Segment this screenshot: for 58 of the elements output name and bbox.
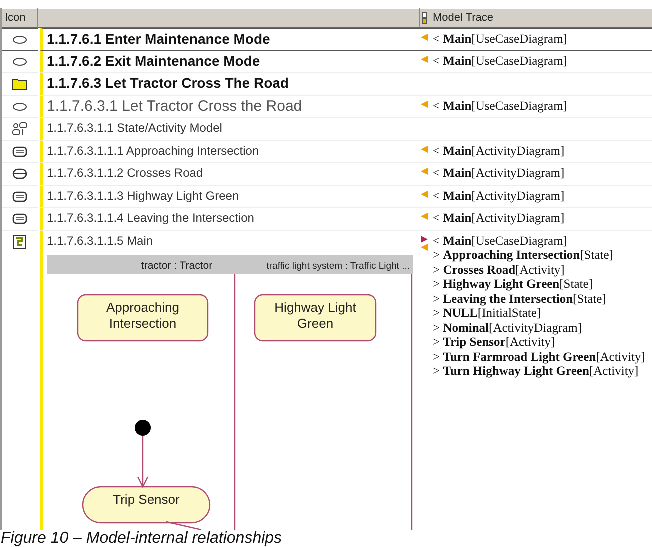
row-label: 1.1.7.6.3 Let Tractor Cross The Road — [47, 74, 289, 93]
trace-entry: > Approaching Intersection[State] — [433, 248, 614, 262]
column-handle-icon[interactable] — [420, 11, 430, 25]
state-icon — [12, 144, 28, 158]
state-node: Approaching Intersection — [77, 294, 209, 342]
tree-row[interactable]: 1.1.7.6.3.1.1.3 Highway Light Green — [40, 186, 420, 208]
initial-node — [135, 420, 151, 436]
folder-icon — [12, 77, 28, 91]
trace-entry: < Main[ActivityDiagram] — [433, 188, 565, 203]
state-node: Highway Light Green — [254, 294, 377, 342]
row-label: 1.1.7.6.3.1 Let Tractor Cross the Road — [47, 96, 302, 116]
activity-node: Trip Sensor — [82, 486, 211, 524]
row-label: 1.1.7.6.3.1.1.2 Crosses Road — [47, 165, 204, 182]
trace-entry: > Crosses Road[Activity] — [433, 262, 565, 277]
tree-row[interactable]: 1.1.7.6.3.1.1.4 Leaving the Intersection — [40, 208, 420, 230]
trace-entry: < Main[ActivityDiagram] — [433, 166, 565, 180]
trace-entry: < Main[ActivityDiagram] — [433, 144, 565, 158]
trace-entry: < Main[UseCaseDiagram] — [433, 54, 568, 68]
trace-entry: > Turn Highway Light Green[Activity] — [433, 364, 639, 378]
trace-entry: < Main[UseCaseDiagram] — [433, 98, 568, 113]
column-header[interactable]: Icon — [2, 8, 38, 28]
tree-row[interactable]: 1.1.7.6.1 Enter Maintenance Mode — [40, 28, 420, 50]
trace-entry: > Leaving the Intersection[State] — [433, 292, 606, 306]
trace-entry: < Main[ActivityDiagram] — [433, 211, 565, 226]
swimlane-header: traffic light system : Traffic Light ... — [235, 254, 413, 274]
tree-row[interactable]: 1.1.7.6.2 Exit Maintenance Mode — [40, 50, 420, 73]
state-icon — [12, 212, 28, 226]
trace-entry: > NULL[InitialState] — [433, 306, 542, 320]
row-label: 1.1.7.6.3.1.1.4 Leaving the Intersection — [47, 210, 254, 227]
model-icon — [12, 122, 28, 136]
trace-entry: > Turn Farmroad Light Green[Activity] — [433, 350, 646, 364]
transition-line — [166, 520, 202, 530]
column-header[interactable]: Model Trace — [430, 8, 652, 28]
trace-entry: > Nominal[ActivityDiagram] — [433, 320, 582, 335]
row-label: 1.1.7.6.1 Enter Maintenance Mode — [47, 30, 270, 49]
tree-row[interactable]: 1.1.7.6.3.1 Let Tractor Cross the Road — [40, 96, 420, 118]
tree-row[interactable]: 1.1.7.6.3.1.1.2 Crosses Road — [40, 163, 420, 186]
state-icon — [12, 190, 28, 204]
trace-entry: > Trip Sensor[Activity] — [433, 335, 556, 350]
row-label: 1.1.7.6.3.1.1.3 Highway Light Green — [47, 188, 240, 204]
figure-caption: Figure 10 – Model-internal relationships — [1, 530, 282, 547]
ellipse-icon — [12, 33, 28, 47]
diagram-icon — [12, 234, 28, 248]
tree-row[interactable]: 1.1.7.6.3.1.1 State/Activity Model — [40, 118, 420, 140]
column-header[interactable] — [38, 8, 420, 28]
trace-entry: < Main[UseCaseDiagram] — [433, 32, 568, 46]
tree-row[interactable]: 1.1.7.6.3 Let Tractor Cross The Road — [40, 73, 420, 96]
transition-arrow — [137, 436, 149, 488]
row-label: 1.1.7.6.3.1.1 State/Activity Model — [47, 120, 222, 137]
row-label: 1.1.7.6.2 Exit Maintenance Mode — [47, 52, 260, 70]
row-label: 1.1.7.6.3.1.1.5 Main — [47, 232, 154, 250]
tree-row[interactable]: 1.1.7.6.3.1.1.1 Approaching Intersection — [40, 140, 420, 163]
tree-row[interactable]: 1.1.7.6.3.1.1.5 Main tractor : Tractor traffic light system : Traffic Light ... Approaching Intersection Highway Light Green Trip Sensor — [40, 230, 420, 530]
row-label: 1.1.7.6.3.1.1.1 Approaching Intersection — [47, 142, 260, 160]
trace-entry: > Highway Light Green[State] — [433, 277, 593, 292]
swimlane-header: tractor : Tractor — [47, 254, 235, 274]
activity-icon — [12, 167, 28, 181]
trace-entry: < Main[UseCaseDiagram] — [433, 234, 568, 248]
